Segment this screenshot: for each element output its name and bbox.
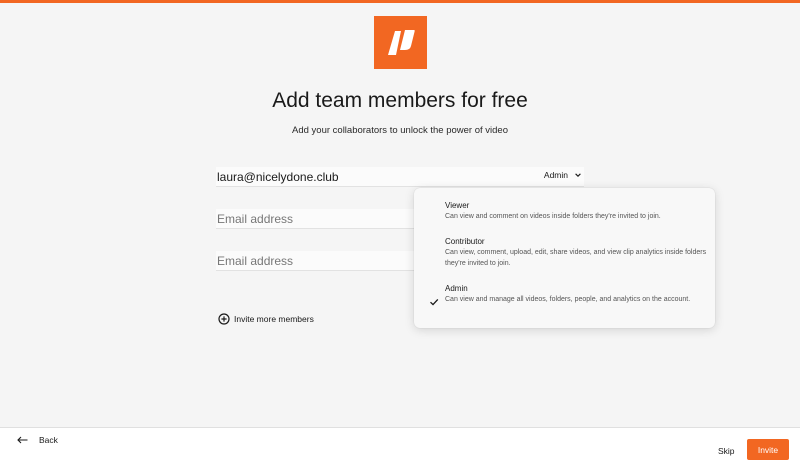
invite-more-label: Invite more members [234, 314, 314, 324]
invite-more-button[interactable]: Invite more members [218, 313, 314, 325]
role-option-description: Can view, comment, upload, edit, share v… [445, 249, 707, 267]
app-logo [374, 16, 427, 69]
email-field-1[interactable]: laura@nicelydone.club Admin [216, 167, 584, 187]
skip-button[interactable]: Skip [718, 446, 735, 456]
role-option-viewer[interactable]: Viewer Can view and comment on videos in… [445, 201, 707, 223]
role-option-admin[interactable]: Admin Can view and manage all videos, fo… [445, 284, 707, 306]
role-dropdown-menu: Viewer Can view and comment on videos in… [414, 188, 715, 328]
role-select[interactable]: Admin [544, 167, 584, 183]
role-option-title: Admin [445, 284, 468, 293]
page-title: Add team members for free [272, 89, 528, 112]
plus-circle-icon [218, 313, 230, 325]
role-option-description: Can view and manage all videos, folders,… [445, 296, 691, 303]
role-option-title: Contributor [445, 237, 485, 246]
checkmark-icon [430, 298, 439, 306]
page-subtitle: Add your collaborators to unlock the pow… [292, 125, 508, 136]
back-label: Back [39, 435, 58, 445]
invite-button[interactable]: Invite [747, 439, 789, 460]
role-select-value: Admin [543, 170, 568, 180]
footer-bar: Back Skip Invite [0, 427, 800, 470]
chevron-down-icon [575, 173, 581, 177]
back-button[interactable]: Back [17, 435, 58, 445]
arrow-left-icon [17, 436, 28, 444]
top-accent-bar [0, 0, 800, 3]
email-placeholder: Email address [217, 254, 294, 268]
logo-mark-icon [387, 29, 415, 55]
role-option-title: Viewer [445, 201, 470, 210]
role-option-contributor[interactable]: Contributor Can view, comment, upload, e… [445, 237, 707, 269]
email-placeholder: Email address [217, 212, 294, 226]
role-option-description: Can view and comment on videos inside fo… [445, 213, 661, 220]
email-value[interactable]: laura@nicelydone.club [217, 170, 339, 184]
